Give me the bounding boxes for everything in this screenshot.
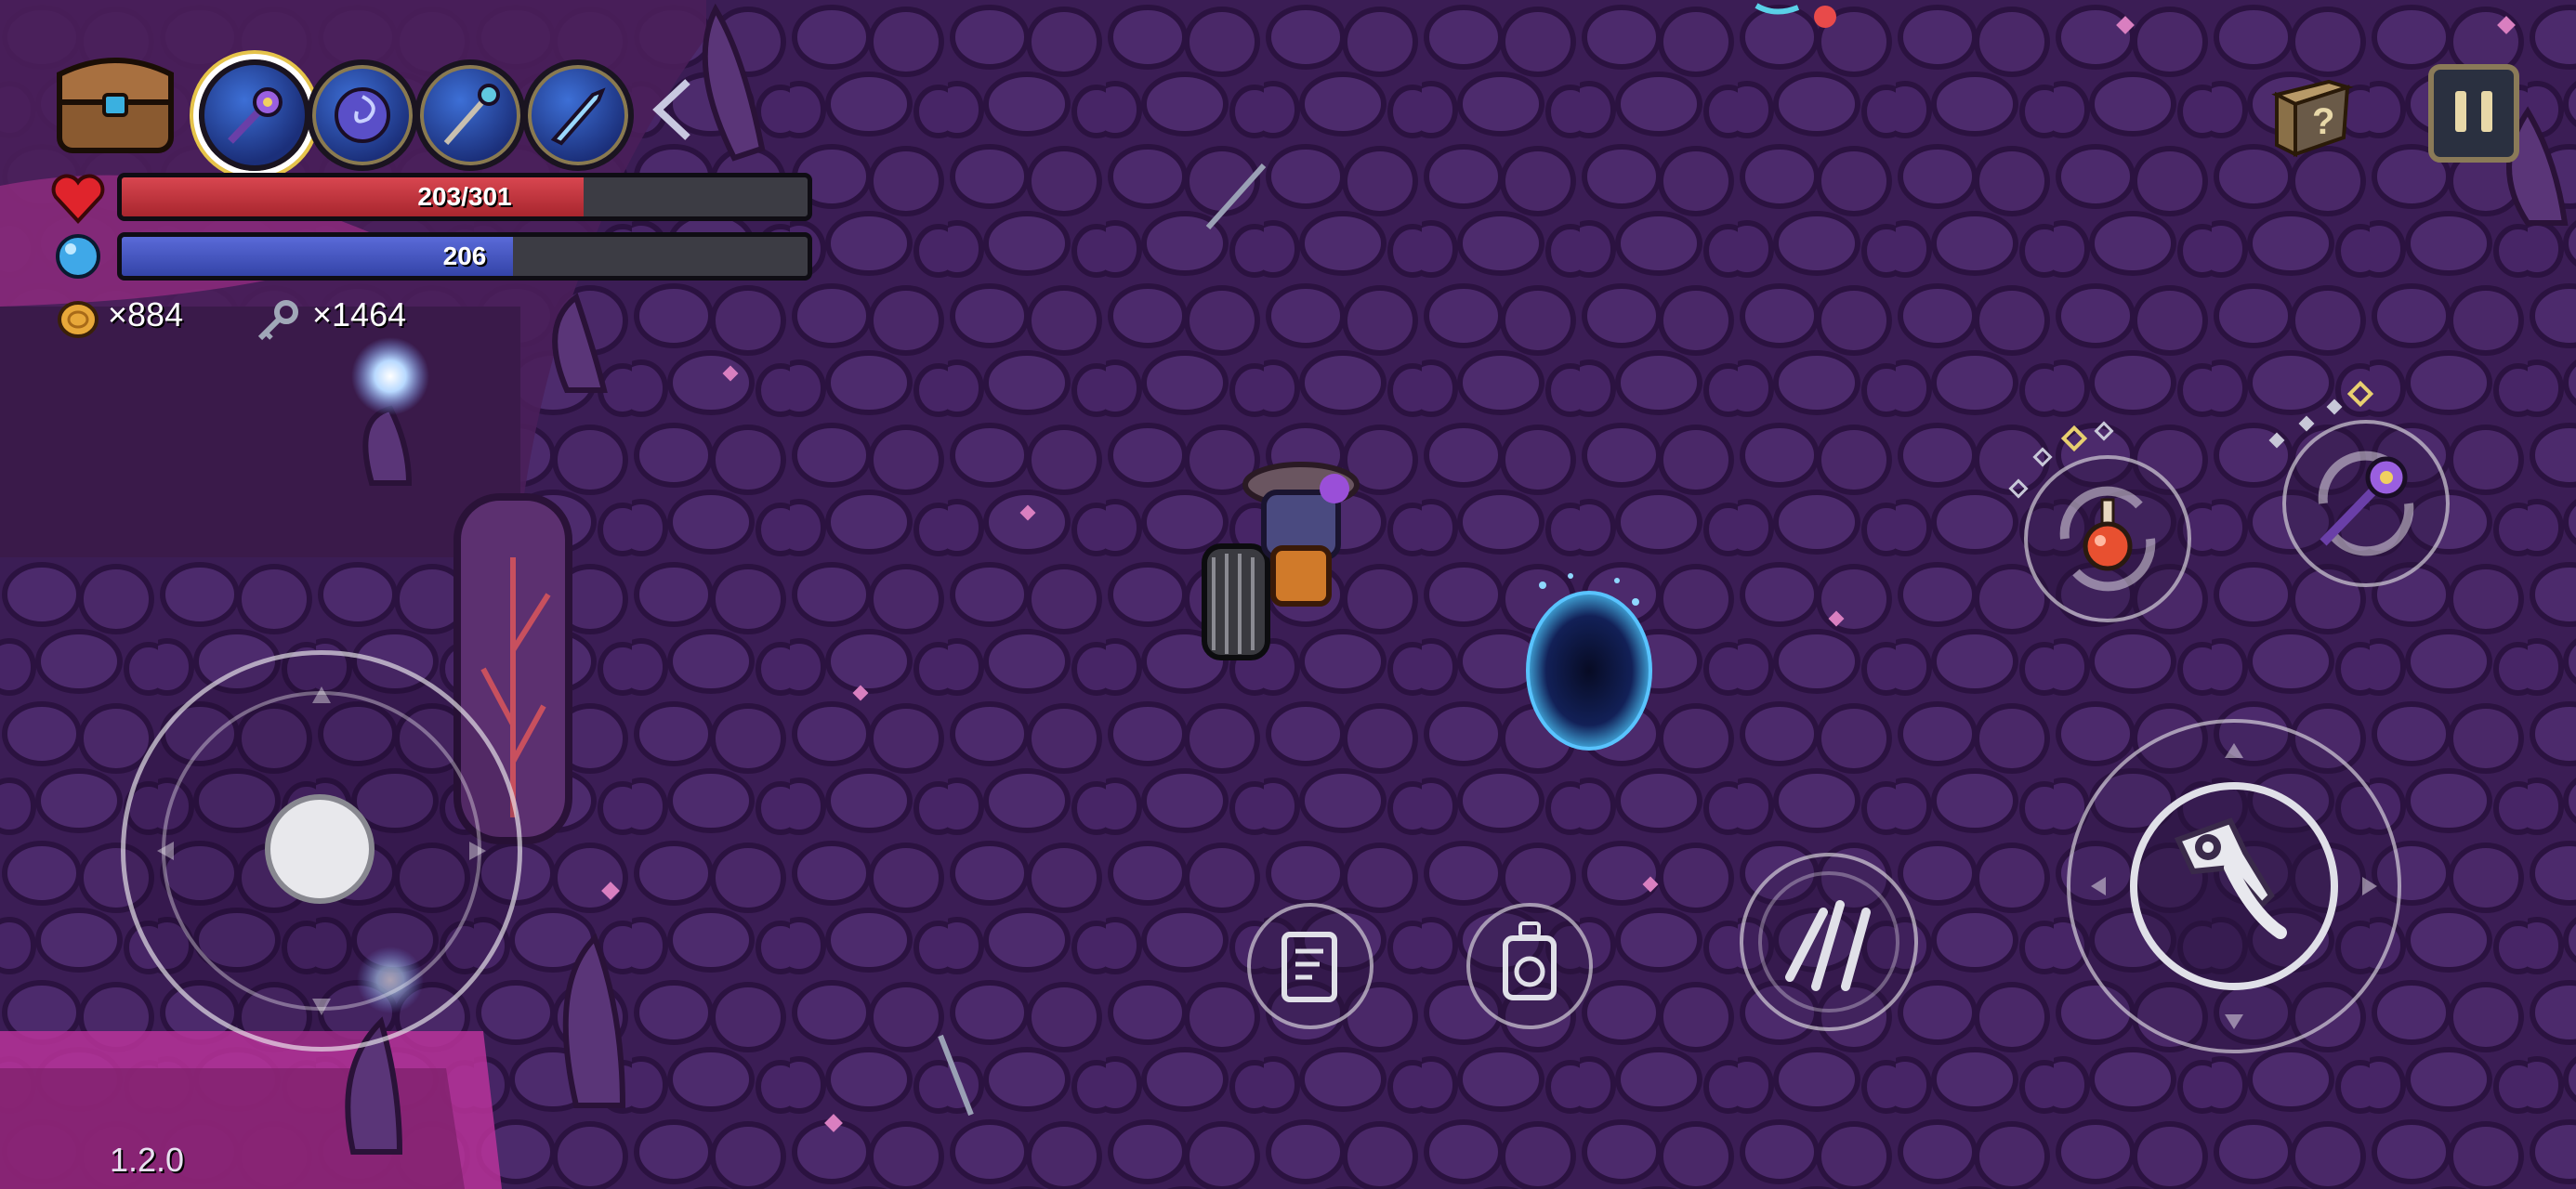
svg-text:?: ?: [2312, 101, 2334, 142]
quest-log-button[interactable]: [1247, 903, 1373, 1029]
potion-charge-icons: [2005, 416, 2117, 500]
key-count: ×1464: [312, 295, 407, 333]
device-icon: [1503, 921, 1557, 1000]
version-label: 1.2.0: [110, 1141, 185, 1179]
scroll-list-icon: [1281, 932, 1337, 1002]
key-icon: [255, 299, 301, 342]
weapon-slot-2[interactable]: [307, 59, 418, 171]
spiked-mace-icon: [228, 87, 283, 144]
vortex-orb-icon: [335, 87, 390, 143]
chevron-left-icon: [652, 79, 690, 140]
mana-orb-icon: [54, 232, 102, 281]
triple-swords-icon: [1758, 871, 1899, 1013]
help-book-icon: ?: [2271, 79, 2354, 158]
collapse-slots-button[interactable]: [647, 74, 699, 145]
mana-bar: 206: [117, 232, 812, 281]
weapon-slot-4[interactable]: [522, 59, 634, 171]
pause-button[interactable]: [2427, 63, 2520, 163]
pause-icon: [2428, 64, 2519, 163]
coin-icon: [56, 299, 100, 340]
weapon-charge-icons: [2258, 380, 2379, 455]
magic-staff-icon: [443, 84, 500, 145]
joystick-knob[interactable]: [265, 794, 375, 904]
coin-count: ×884: [108, 295, 184, 333]
heart-icon: [50, 173, 106, 225]
eye-staff-icon: [2174, 817, 2287, 939]
inventory-bag-button[interactable]: [52, 46, 178, 156]
help-book-button[interactable]: ?: [2264, 72, 2357, 160]
bag-icon: [57, 58, 174, 153]
movement-joystick[interactable]: [121, 650, 522, 1052]
weapon-slot-3[interactable]: [414, 59, 526, 171]
interact-button[interactable]: [1466, 903, 1593, 1029]
health-text: 203/301: [417, 182, 512, 211]
minimap-indicator: [1710, 0, 1849, 28]
attack-button[interactable]: [2067, 719, 2401, 1053]
crystal-dagger-icon: [550, 87, 606, 146]
health-bar: 203/301: [117, 173, 812, 221]
skill-button[interactable]: [1740, 853, 1918, 1031]
mana-text: 206: [442, 242, 487, 270]
weapon-slot-1[interactable]: [199, 59, 310, 171]
